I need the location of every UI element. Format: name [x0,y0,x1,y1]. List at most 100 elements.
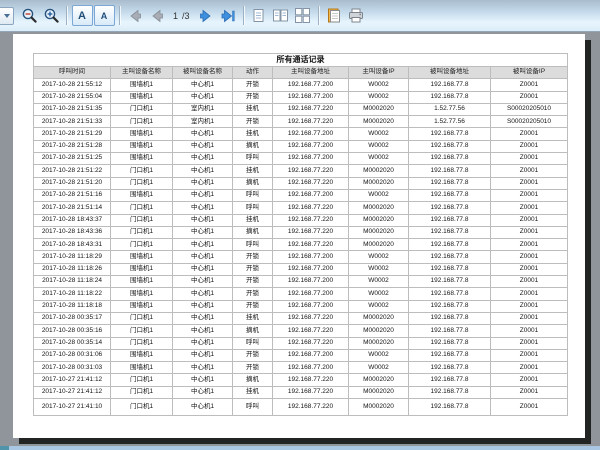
zoom-in-button[interactable] [40,5,62,27]
table-cell: Z0001 [491,312,568,324]
one-page-view-button[interactable] [248,5,270,27]
table-cell: 192.168.77.220 [273,226,349,238]
table-cell: S00020205010 [491,103,568,115]
table-cell: 开锁 [233,288,273,300]
page-current: 1 [173,11,178,21]
table-cell: 围墙机1 [111,362,173,374]
table-cell: M0002020 [349,226,409,238]
font-larger-button[interactable]: A [71,5,93,27]
table-cell: 1.52.77.56 [409,103,491,115]
table-cell: 室内机1 [173,103,233,115]
table-cell: Z0001 [491,202,568,214]
table-cell: 门口机1 [111,116,173,128]
table-cell: 中心机1 [173,91,233,103]
print-button[interactable] [345,5,367,27]
table-cell: 中心机1 [173,202,233,214]
table-cell: 2017-10-27 21:41:10 [34,399,111,416]
table-cell: 围墙机1 [111,263,173,275]
table-cell: W0002 [349,91,409,103]
printer-icon [347,7,365,24]
table-cell: 中心机1 [173,312,233,324]
table-cell: 呼叫 [233,239,273,251]
table-cell: 192.168.77.200 [273,300,349,312]
table-cell: 192.168.77.8 [409,374,491,386]
table-cell: 2017-10-28 18:43:37 [34,214,111,226]
table-cell: 围墙机1 [111,189,173,201]
table-cell: 中心机1 [173,349,233,361]
two-page-view-icon [272,7,289,24]
table-cell: 摘机 [233,374,273,386]
table-cell: W0002 [349,263,409,275]
table-cell: 1.52.77.56 [409,116,491,128]
table-cell: 呼叫 [233,399,273,416]
table-cell: 2017-10-28 00:35:17 [34,312,111,324]
preview-toolbar: A A 1/3 [0,0,600,32]
zoom-selector-dropdown[interactable] [0,7,14,25]
table-cell: 192.168.77.8 [409,128,491,140]
page-setup-button[interactable] [323,5,345,27]
table-cell: 192.168.77.8 [409,325,491,337]
table-cell: 192.168.77.8 [409,177,491,189]
table-cell: 挂机 [233,312,273,324]
two-page-view-button[interactable] [270,5,292,27]
table-header-row: 呼叫时间主叫设备名称被叫设备名称动作主叫设备地址主叫设备IP被叫设备地址被叫设备… [34,67,568,79]
table-cell: 192.168.77.220 [273,202,349,214]
table-cell: W0002 [349,153,409,165]
table-cell: W0002 [349,276,409,288]
table-cell: 挂机 [233,103,273,115]
table-row: 2017-10-28 00:35:17门口机1中心机1挂机192.168.77.… [34,312,568,324]
table-row: 2017-10-28 21:51:29围墙机1中心机1挂机192.168.77.… [34,128,568,140]
table-cell: Z0001 [491,128,568,140]
table-cell: 中心机1 [173,263,233,275]
zoom-out-button[interactable] [18,5,40,27]
table-cell: 中心机1 [173,386,233,398]
table-cell: 192.168.77.8 [409,300,491,312]
table-cell: Z0001 [491,300,568,312]
table-row: 2017-10-28 11:18:18围墙机1中心机1开锁192.168.77.… [34,300,568,312]
table-cell: W0002 [349,362,409,374]
table-cell: M0002020 [349,116,409,128]
table-cell: 192.168.77.8 [409,153,491,165]
table-cell: 开锁 [233,349,273,361]
four-page-view-button[interactable] [292,5,314,27]
next-page-button[interactable] [195,5,217,27]
table-cell: 2017-10-28 11:18:29 [34,251,111,263]
table-cell: M0002020 [349,165,409,177]
table-cell: 呼叫 [233,202,273,214]
table-cell: 开锁 [233,79,273,91]
table-cell: 2017-10-28 21:51:28 [34,140,111,152]
table-cell: 192.168.77.200 [273,276,349,288]
table-cell: 192.168.77.8 [409,251,491,263]
last-page-button[interactable] [217,5,239,27]
table-cell: 192.168.77.8 [409,337,491,349]
table-cell: 192.168.77.8 [409,202,491,214]
table-cell: 192.168.77.220 [273,399,349,416]
table-cell: 2017-10-28 18:43:36 [34,226,111,238]
table-cell: M0002020 [349,214,409,226]
column-header: 被叫设备地址 [409,67,491,79]
toolbar-separator [243,6,244,25]
table-cell: 2017-10-28 11:18:26 [34,263,111,275]
table-cell: 2017-10-28 11:18:22 [34,288,111,300]
font-smaller-button[interactable]: A [93,5,115,27]
table-row: 2017-10-28 11:18:26围墙机1中心机1开锁192.168.77.… [34,263,568,275]
table-cell: 门口机1 [111,374,173,386]
table-cell: M0002020 [349,386,409,398]
table-cell: Z0001 [491,140,568,152]
table-cell: 2017-10-28 21:51:35 [34,103,111,115]
first-page-icon [127,8,143,24]
table-cell: 2017-10-27 21:41:12 [34,386,111,398]
table-cell: 192.168.77.8 [409,239,491,251]
toolbar-separator [318,6,319,25]
page-total: /3 [182,11,190,21]
prev-page-icon [149,8,165,24]
table-cell: 2017-10-28 21:55:12 [34,79,111,91]
table-row: 2017-10-28 00:31:06围墙机1中心机1开锁192.168.77.… [34,349,568,361]
window-bottom-corner [0,446,9,450]
first-page-button[interactable] [124,5,146,27]
prev-page-button[interactable] [146,5,168,27]
table-row: 2017-10-28 21:55:12围墙机1中心机1开锁192.168.77.… [34,79,568,91]
column-header: 被叫设备名称 [173,67,233,79]
table-cell: Z0001 [491,91,568,103]
table-cell: 192.168.77.8 [409,189,491,201]
